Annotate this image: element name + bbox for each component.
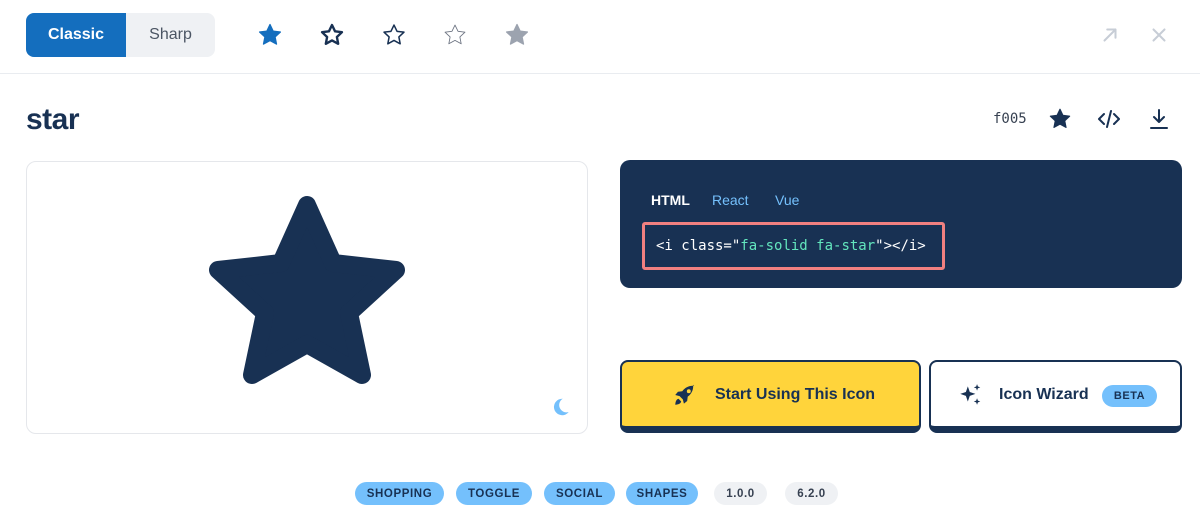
sparkles-icon — [960, 384, 981, 405]
beta-badge: BETA — [1102, 385, 1157, 407]
icon-title: star — [26, 103, 80, 136]
code-icon[interactable] — [1097, 107, 1121, 131]
start-using-icon-button[interactable]: Start Using This Icon — [620, 360, 921, 433]
moon-icon[interactable] — [549, 396, 571, 418]
style-family-toggle: Classic Sharp — [26, 13, 215, 57]
solid-star-icon[interactable] — [257, 22, 283, 48]
icon-wizard-label: Icon Wizard — [999, 386, 1089, 403]
light-star-icon[interactable] — [381, 22, 407, 48]
tag-version-updated[interactable]: 6.2.0 — [785, 482, 838, 505]
classic-button[interactable]: Classic — [26, 13, 126, 57]
unicode-value[interactable]: f005 — [993, 111, 1027, 127]
tab-react[interactable]: React — [712, 192, 749, 208]
download-icon[interactable] — [1147, 107, 1171, 131]
code-snippet[interactable]: <i class="fa-solid fa-star"></i> — [642, 222, 945, 270]
duotone-star-icon[interactable] — [504, 22, 530, 48]
code-panel: HTML React Vue <i class="fa-solid fa-sta… — [620, 160, 1182, 288]
favorite-star-icon[interactable] — [1048, 107, 1072, 131]
tab-vue[interactable]: Vue — [775, 192, 799, 208]
start-using-label: Start Using This Icon — [715, 386, 876, 403]
icon-preview — [26, 161, 588, 434]
expand-icon[interactable] — [1099, 24, 1121, 46]
sharp-button[interactable]: Sharp — [126, 13, 215, 57]
thin-star-icon[interactable] — [442, 22, 468, 48]
tag-version-added[interactable]: 1.0.0 — [714, 482, 767, 505]
icon-wizard-button[interactable]: Icon Wizard BETA — [929, 360, 1182, 433]
code-snippet-text: <i class="fa-solid fa-star"></i> — [656, 238, 926, 254]
rocket-icon — [675, 384, 695, 405]
star-preview-icon — [209, 196, 405, 384]
tag-toggle[interactable]: TOGGLE — [456, 482, 532, 505]
regular-star-icon[interactable] — [319, 22, 345, 48]
tag-shapes[interactable]: SHAPES — [626, 482, 698, 505]
close-icon[interactable] — [1148, 24, 1170, 46]
tag-shopping[interactable]: SHOPPING — [355, 482, 444, 505]
tag-social[interactable]: SOCIAL — [544, 482, 615, 505]
top-bar: Classic Sharp — [0, 0, 1200, 74]
tab-html[interactable]: HTML — [651, 192, 690, 208]
